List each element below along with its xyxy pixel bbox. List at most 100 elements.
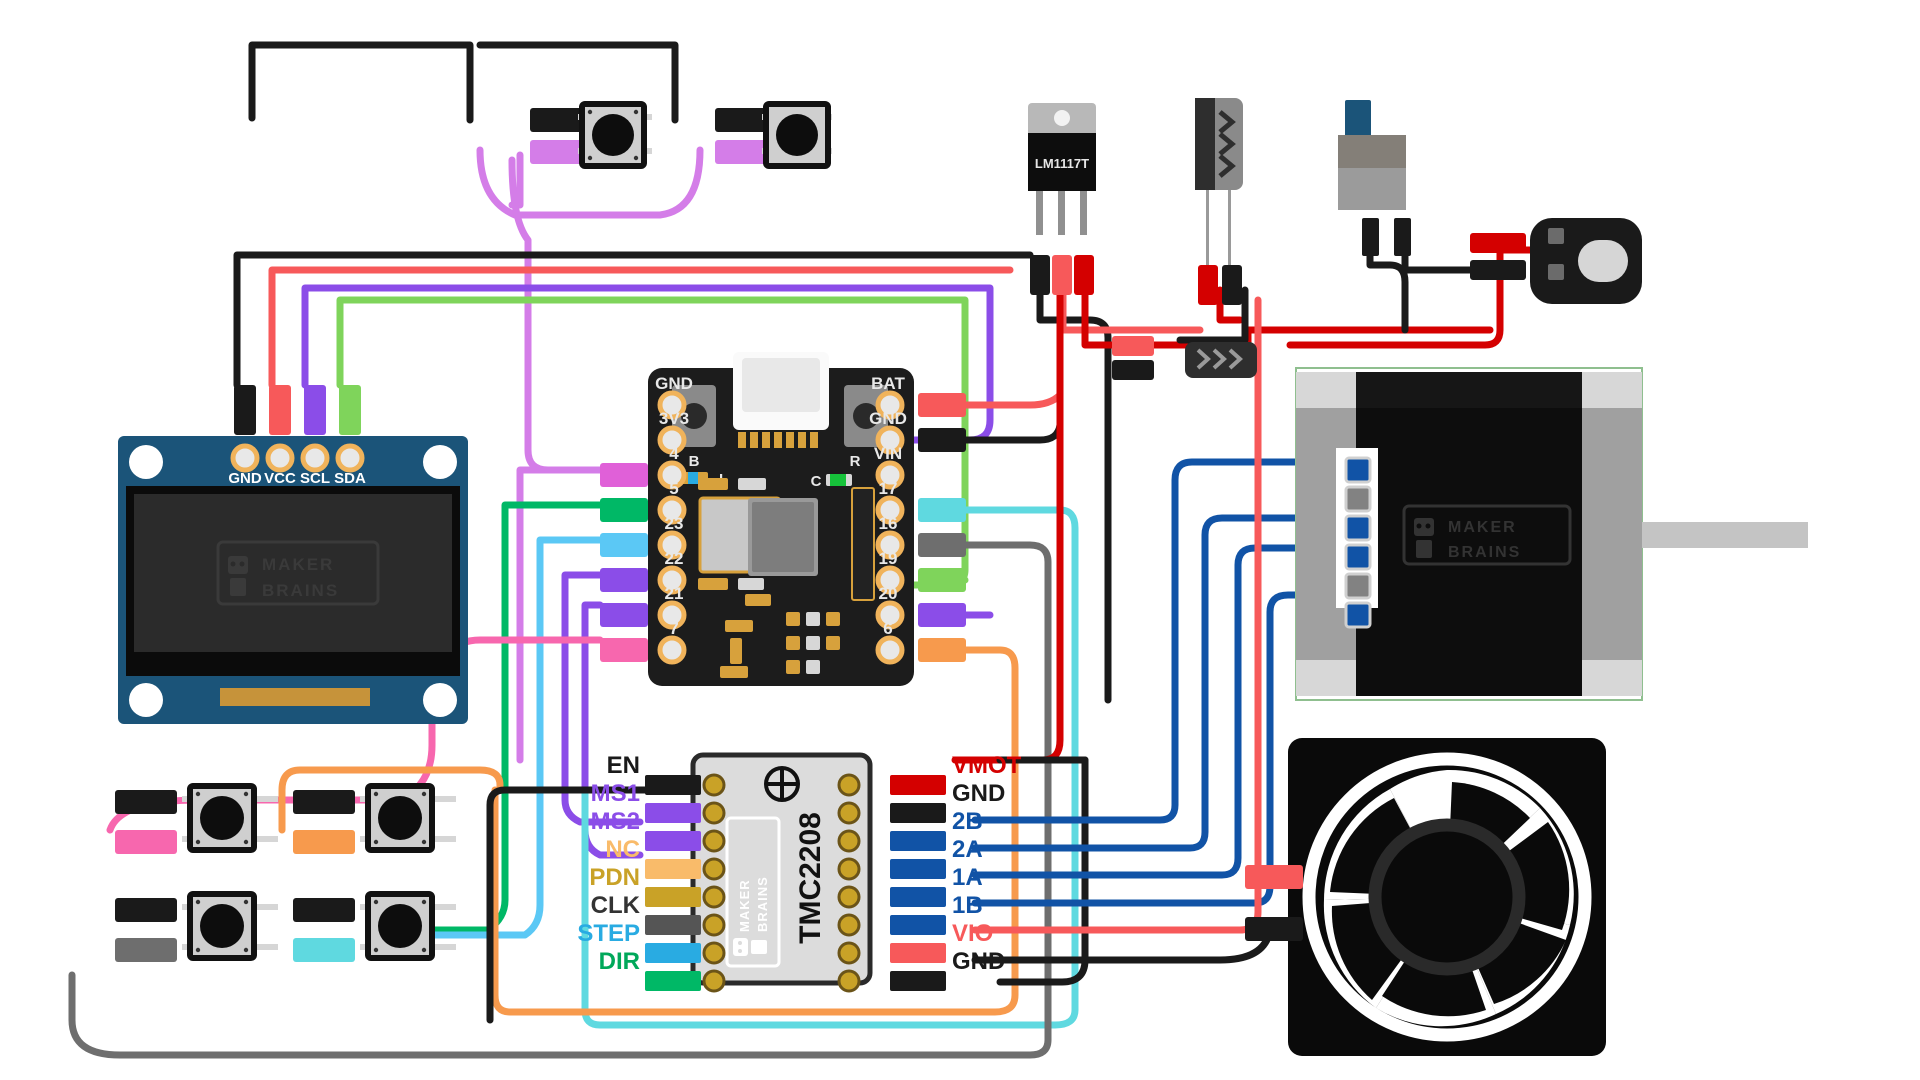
tmc-right-pin-label: 1B [952,892,983,919]
mcu-usb-shell [742,358,820,412]
mcu-usb-pads [738,432,818,448]
wire-plug-mcu-right-19 [918,568,966,592]
tmc-right-pin-label: VMOT [952,752,1022,779]
button-cap[interactable] [200,796,244,840]
tmc-pad-l-ms2[interactable] [702,829,726,853]
mcu-pad-r-6[interactable] [875,635,905,665]
wire-plug-gnd [115,790,177,814]
oled-pad-vcc[interactable] [265,443,295,473]
button-cap[interactable] [200,904,244,948]
tmc-pad-l-dir[interactable] [702,969,726,993]
button-screw [421,899,427,905]
button-screw [243,899,249,905]
wire-plug-tmc-r-1b-5 [890,915,946,935]
button-cap[interactable] [378,904,422,948]
motor-bracket-tr [1582,372,1642,408]
motor-pin-1[interactable] [1344,456,1372,484]
mcu-pad-7[interactable] [657,635,687,665]
button-cap[interactable] [592,114,634,156]
button-cap[interactable] [378,796,422,840]
button-screw [587,155,593,161]
button-screw [421,791,427,797]
tmc-right-pin-label: GND [952,948,1005,975]
wire-plug-mcu-left-7 [600,638,648,662]
oled-pad-sda[interactable] [335,443,365,473]
tmc-pad-l-clk[interactable] [702,913,726,937]
wire-plug-tmc-r-2a-3 [890,859,946,879]
switch-body [1338,168,1406,210]
button-screw [195,947,201,953]
tmc-pad-r-vio-6[interactable] [837,941,861,965]
wire-end-cap-neg [1222,265,1242,305]
tmc-brand-line2: BRAINS [755,876,770,932]
regulator-label: LM1117T [1035,156,1089,171]
motor-shaft [1642,522,1808,548]
wire-plug-tmc-r-gnd-1 [890,803,946,823]
oled-pin-label-vcc: VCC [264,470,296,487]
oled-brand-line2: BRAINS [262,581,339,600]
tmc-right-pin-label: VIO [952,920,993,947]
mcu-silk-r: R [850,453,861,470]
battery-contact [1548,264,1564,280]
motor-pin-3[interactable] [1344,514,1372,542]
tmc-right-pin-label: 1A [952,864,983,891]
tmc-pad-l-nc[interactable] [702,857,726,881]
mcu-right-pin-label: 19 [879,549,898,568]
wire-plug-gnd [293,898,355,922]
tmc-pad-r-1a-4[interactable] [837,885,861,909]
oled-pad-scl[interactable] [300,443,330,473]
button-screw [633,109,639,115]
wire-plug-tmc-r-gnd-7 [890,971,946,991]
wire-plug-tmc-dir [645,971,701,991]
wire-plug-mcu-right-gnd [918,428,966,452]
motor-pin-2[interactable] [1344,485,1372,513]
battery-contact [1548,228,1564,244]
motor-pin-4[interactable] [1344,543,1372,571]
tmc-pad-r-2b-2[interactable] [837,829,861,853]
wire-plug-mcu-right-6 [918,638,966,662]
switch-top [1338,135,1406,173]
wire-plug-fan-pos [1245,865,1303,889]
fan-blades [1302,752,1592,1042]
tmc-left-pin-label: NC [605,836,640,863]
motor-bracket-br [1582,660,1642,696]
tmc-left-pin-label: MS1 [591,780,640,807]
tmc-logo-body [751,940,767,954]
wire-plug-signal [293,938,355,962]
oled-pad-gnd[interactable] [230,443,260,473]
wire-plug-tmc-r-1a-4 [890,887,946,907]
tmc-pad-l-ms1[interactable] [702,801,726,825]
diagram-canvas: LM1117T MAKER BRAINS GND VCC SCL SDA B R… [0,0,1920,1080]
wire-plug-mcu-left-23 [600,533,648,557]
wire-end-switch-1 [1362,218,1379,256]
mcu-right-pin-label: BAT [871,374,905,393]
motor-brand-line1: MAKER [1448,519,1517,536]
button-cap[interactable] [776,114,818,156]
motor-pin-5[interactable] [1344,572,1372,600]
motor-top-band [1356,372,1582,408]
tmc-pad-r-1b-5[interactable] [837,913,861,937]
tmc-right-pin-label: GND [952,780,1005,807]
regulator-leg [1058,191,1065,235]
tmc-logo-eye [738,949,742,953]
motor-brand-line2: BRAINS [1448,544,1521,561]
mcu-antenna [851,487,875,601]
oled-mount-hole [129,683,163,717]
tmc-pad-r-gnd-7[interactable] [837,969,861,993]
wire-plug-tmc-r-vio-6 [890,943,946,963]
tmc-pad-r-2a-3[interactable] [837,857,861,881]
tmc-left-pin-label: EN [607,752,640,779]
tmc-pad-r-vmot-0[interactable] [837,773,861,797]
tmc-pad-l-en[interactable] [702,773,726,797]
regulator-hole [1054,110,1070,126]
motor-pin-6[interactable] [1344,601,1372,629]
tmc-pad-l-step[interactable] [702,941,726,965]
tmc-pad-r-gnd-1[interactable] [837,801,861,825]
tmc-logo-eye [738,941,742,945]
wire-plug-tmc-nc [645,859,701,879]
oled-pin-label-sda: SDA [334,470,366,487]
mcu-right-pin-label: 20 [879,584,898,603]
wire-plug-tmc-en [645,775,701,795]
wire-end-switch-2 [1394,218,1411,256]
tmc-pad-l-pdn[interactable] [702,885,726,909]
